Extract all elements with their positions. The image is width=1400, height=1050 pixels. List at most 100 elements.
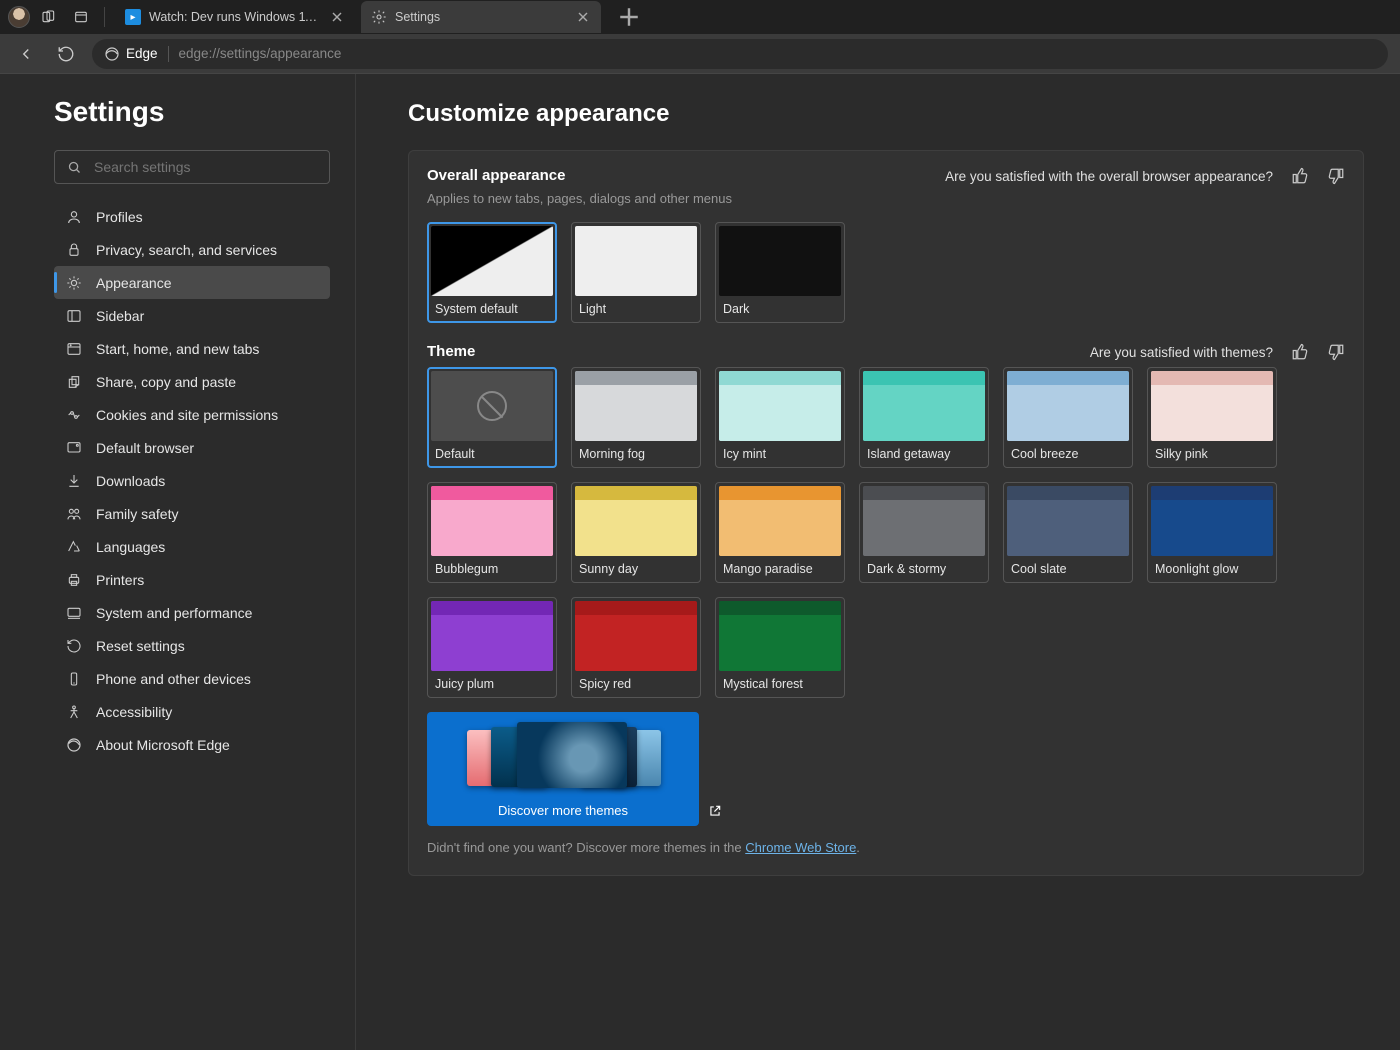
thumbs-down-icon[interactable] <box>1327 167 1345 185</box>
theme-moonlight-glow[interactable]: Moonlight glow <box>1147 482 1277 583</box>
sidebar-item-label: Accessibility <box>96 704 172 720</box>
preview <box>863 486 985 556</box>
sidebar-item-system-and-performance[interactable]: System and performance <box>54 596 330 629</box>
nav-icon <box>66 605 82 621</box>
sidebar-item-sidebar[interactable]: Sidebar <box>54 299 330 332</box>
sidebar-item-label: Phone and other devices <box>96 671 251 687</box>
theme-mystical-forest[interactable]: Mystical forest <box>715 597 845 698</box>
sidebar-item-about-microsoft-edge[interactable]: About Microsoft Edge <box>54 728 330 761</box>
browser-tabstrip: ▸ Watch: Dev runs Windows 11 AR Settings <box>0 0 1400 34</box>
tab-active-settings[interactable]: Settings <box>361 1 601 33</box>
divider <box>104 7 105 27</box>
sidebar-item-profiles[interactable]: Profiles <box>54 200 330 233</box>
sidebar-item-accessibility[interactable]: Accessibility <box>54 695 330 728</box>
tile-label: Island getaway <box>863 447 985 461</box>
sidebar-item-downloads[interactable]: Downloads <box>54 464 330 497</box>
tile-label: Dark <box>719 302 841 316</box>
sidebar-item-share-copy-and-paste[interactable]: Share, copy and paste <box>54 365 330 398</box>
external-link-icon <box>708 804 722 818</box>
search-settings[interactable] <box>54 150 330 184</box>
sidebar-item-label: Profiles <box>96 209 143 225</box>
nav-icon <box>66 737 82 753</box>
preview <box>431 486 553 556</box>
chrome-web-store-link[interactable]: Chrome Web Store <box>745 840 856 855</box>
address-bar: Edge edge://settings/appearance <box>0 34 1400 74</box>
theme-spicy-red[interactable]: Spicy red <box>571 597 701 698</box>
new-tab-button[interactable] <box>615 3 643 31</box>
theme-grid: Default Morning fogIcy mint Island getaway… <box>427 367 1345 698</box>
sidebar-item-family-safety[interactable]: Family safety <box>54 497 330 530</box>
theme-dark-stormy[interactable]: Dark & stormy <box>859 482 989 583</box>
tile-label: Cool breeze <box>1007 447 1129 461</box>
sidebar-title: Settings <box>54 96 327 128</box>
workspaces-icon[interactable] <box>36 4 62 30</box>
theme-bubblegum[interactable]: Bubblegum <box>427 482 557 583</box>
discover-more-themes[interactable]: Discover more themes <box>427 712 699 826</box>
profile-avatar[interactable] <box>8 6 30 28</box>
tab-inactive[interactable]: ▸ Watch: Dev runs Windows 11 AR <box>115 1 355 33</box>
discover-label: Discover more themes <box>498 803 628 818</box>
close-icon[interactable] <box>329 9 345 25</box>
theme-juicy-plum[interactable]: Juicy plum <box>427 597 557 698</box>
site-identity[interactable]: Edge <box>104 46 169 62</box>
theme-default[interactable]: Default <box>427 367 557 468</box>
thumbs-down-icon[interactable] <box>1327 343 1345 361</box>
sidebar-item-reset-settings[interactable]: Reset settings <box>54 629 330 662</box>
appearance-option-dark[interactable]: Dark <box>715 222 845 323</box>
settings-main: Customize appearance Overall appearance … <box>356 74 1400 1050</box>
preview <box>1151 486 1273 556</box>
theme-icy-mint[interactable]: Icy mint <box>715 367 845 468</box>
sidebar-item-label: Appearance <box>96 275 172 291</box>
nav-icon <box>66 671 82 687</box>
omnibox[interactable]: Edge edge://settings/appearance <box>92 39 1388 69</box>
sidebar-item-start-home-and-new-tabs[interactable]: Start, home, and new tabs <box>54 332 330 365</box>
thumbs-up-icon[interactable] <box>1291 343 1309 361</box>
preview <box>575 486 697 556</box>
close-icon[interactable] <box>575 9 591 25</box>
sidebar-item-default-browser[interactable]: Default browser <box>54 431 330 464</box>
sidebar-item-label: Default browser <box>96 440 194 456</box>
sidebar-item-label: Languages <box>96 539 165 555</box>
feedback-row: Are you satisfied with the overall brows… <box>945 167 1345 185</box>
tile-label: Sunny day <box>575 562 697 576</box>
tile-label: Spicy red <box>575 677 697 691</box>
theme-mango-paradise[interactable]: Mango paradise <box>715 482 845 583</box>
sidebar-item-privacy-search-and-services[interactable]: Privacy, search, and services <box>54 233 330 266</box>
tile-label: Default <box>431 447 553 461</box>
tile-label: Juicy plum <box>431 677 553 691</box>
sidebar-item-cookies-and-site-permissions[interactable]: Cookies and site permissions <box>54 398 330 431</box>
nav-icon <box>66 341 82 357</box>
tab-label: Watch: Dev runs Windows 11 AR <box>149 10 321 24</box>
tab-actions-icon[interactable] <box>68 4 94 30</box>
page-heading: Customize appearance <box>408 100 1364 128</box>
nav-icon <box>66 440 82 456</box>
thumbs-up-icon[interactable] <box>1291 167 1309 185</box>
refresh-button[interactable] <box>52 40 80 68</box>
back-button[interactable] <box>12 40 40 68</box>
sidebar-item-label: Start, home, and new tabs <box>96 341 259 357</box>
nav-icon <box>66 242 82 258</box>
theme-cool-breeze[interactable]: Cool breeze <box>1003 367 1133 468</box>
appearance-option-light[interactable]: Light <box>571 222 701 323</box>
theme-sunny-day[interactable]: Sunny day <box>571 482 701 583</box>
theme-morning-fog[interactable]: Morning fog <box>571 367 701 468</box>
section-title: Overall appearance <box>427 167 565 184</box>
theme-cool-slate[interactable]: Cool slate <box>1003 482 1133 583</box>
tile-label: Bubblegum <box>431 562 553 576</box>
nav-icon <box>66 473 82 489</box>
theme-island-getaway[interactable]: Island getaway <box>859 367 989 468</box>
appearance-option-system-default[interactable]: System default <box>427 222 557 323</box>
sidebar-item-printers[interactable]: Printers <box>54 563 330 596</box>
search-icon <box>67 160 82 175</box>
sidebar-item-label: Downloads <box>96 473 165 489</box>
sidebar-item-appearance[interactable]: Appearance <box>54 266 330 299</box>
footer-note: Didn't find one you want? Discover more … <box>427 840 1345 855</box>
search-input[interactable] <box>94 159 317 175</box>
feedback-question: Are you satisfied with themes? <box>1090 345 1273 360</box>
preview <box>719 226 841 296</box>
url-text: edge://settings/appearance <box>179 46 342 61</box>
theme-silky-pink[interactable]: Silky pink <box>1147 367 1277 468</box>
sidebar-item-phone-and-other-devices[interactable]: Phone and other devices <box>54 662 330 695</box>
sidebar-item-languages[interactable]: Languages <box>54 530 330 563</box>
sidebar-item-label: Sidebar <box>96 308 144 324</box>
